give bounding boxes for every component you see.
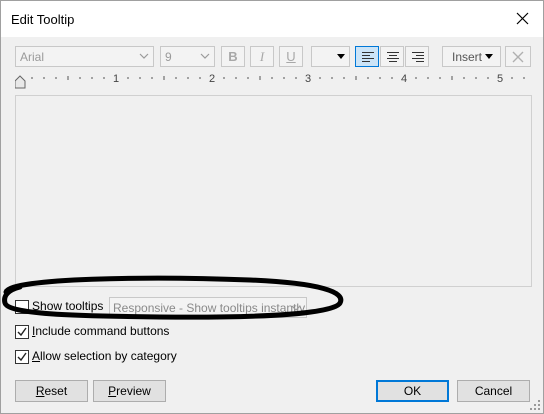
allow-selection-checkbox[interactable] [15,350,29,364]
preview-button-initial: P [108,384,117,398]
allow-selection-label-initial: A [32,349,41,363]
close-button[interactable] [503,1,543,37]
font-family-combo[interactable]: Arial [15,46,154,67]
insert-menu-button[interactable]: Insert [442,46,501,67]
preview-button[interactable]: Preview [93,380,166,402]
dialog-title: Edit Tooltip [11,12,75,27]
show-tooltips-checkbox[interactable] [15,300,29,314]
cancel-button[interactable]: Cancel [457,380,530,402]
allow-selection-label-rest: llow selection by category [40,349,177,363]
include-command-buttons-label: Include command buttons [32,324,169,338]
chevron-down-icon [139,53,149,59]
include-command-buttons-checkbox[interactable] [15,325,29,339]
preview-button-rest: review [116,384,151,398]
ruler: 1 2 3 4 5 [15,71,531,89]
show-tooltips-option[interactable]: Show tooltips [15,299,105,316]
font-size-value: 9 [165,50,172,64]
align-right-button[interactable] [405,46,429,67]
ruler-number: 5 [497,73,503,85]
clear-icon [512,51,524,63]
title-bar: Edit Tooltip [1,1,543,37]
ruler-scale: 1 2 3 4 5 [15,73,525,89]
close-icon [516,12,529,25]
reset-button[interactable]: Reset [15,380,88,402]
font-color-combo[interactable] [311,46,350,67]
show-tooltips-label-initial: S [32,299,41,313]
show-tooltips-label: Show tooltips [32,299,103,313]
resize-grip-icon[interactable] [530,400,540,410]
ruler-number: 2 [209,73,215,85]
include-command-buttons-option[interactable]: Include command buttons [15,324,175,341]
ok-button[interactable]: OK [376,380,449,402]
tooltip-editor-area[interactable] [15,95,532,287]
underline-button[interactable]: U [279,46,303,67]
ruler-number: 3 [305,73,311,85]
chevron-down-icon [200,53,210,59]
align-left-button[interactable] [355,46,379,67]
include-command-buttons-label-rest: nclude command buttons [35,324,170,338]
font-family-value: Arial [20,50,45,64]
tooltip-mode-select[interactable]: Responsive - Show tooltips instantly [109,297,307,318]
clear-formatting-button[interactable] [505,46,531,67]
tooltip-mode-value: Responsive - Show tooltips instantly [113,301,306,315]
allow-selection-label: Allow selection by category [32,349,177,363]
dropdown-arrow-icon [337,54,345,59]
checkmark-icon [17,327,27,337]
italic-button[interactable]: I [250,46,274,67]
checkmark-icon [17,352,27,362]
edit-tooltip-dialog: Edit Tooltip Arial 9 B I U Insert 1 2 3 … [0,0,544,414]
bold-button[interactable]: B [221,46,245,67]
align-left-icon [362,52,374,62]
ruler-number: 4 [401,73,407,85]
chevron-down-icon [291,305,301,311]
ruler-number: 1 [113,73,119,85]
allow-selection-option[interactable]: Allow selection by category [15,349,185,366]
align-right-icon [412,52,424,62]
insert-label: Insert [452,50,483,64]
align-center-button[interactable] [380,46,404,67]
dropdown-arrow-icon [485,54,493,59]
indent-marker-icon[interactable] [15,75,26,89]
align-center-icon [387,52,399,62]
font-size-combo[interactable]: 9 [160,46,215,67]
reset-button-rest: eset [44,384,68,398]
show-tooltips-label-rest: how tooltips [40,299,104,313]
